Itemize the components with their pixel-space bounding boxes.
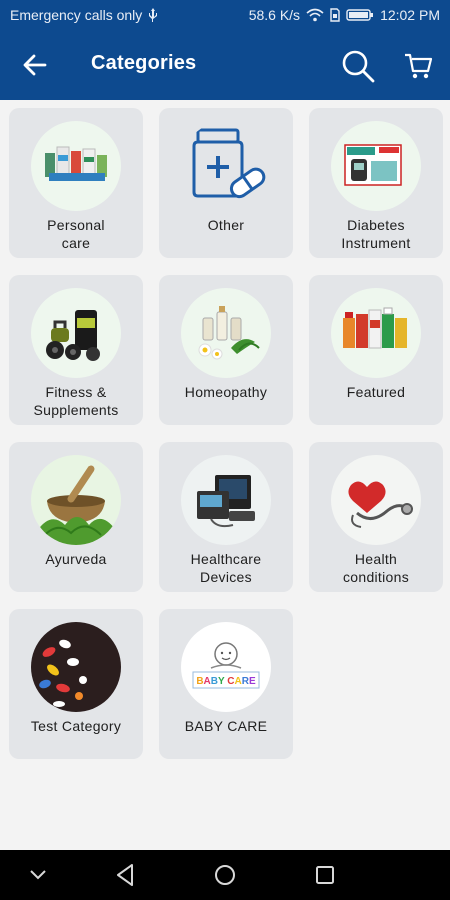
category-card-test-category[interactable]: Test Category [9, 609, 143, 759]
category-label: Featured [346, 384, 406, 400]
back-button[interactable] [18, 50, 52, 80]
category-label: Personal care [47, 217, 105, 251]
arrow-left-icon [23, 54, 47, 76]
network-status-text: Emergency calls only [10, 7, 143, 23]
system-nav-bar [0, 850, 450, 900]
circle-home-icon [215, 865, 235, 885]
category-label: Test Category [30, 718, 122, 734]
category-label: Healthcare Devices [190, 551, 262, 585]
triangle-back-icon [117, 864, 133, 886]
category-card-personal-care[interactable]: Personal care [9, 108, 143, 258]
search-button[interactable] [338, 46, 378, 86]
category-card-healthcare-devices[interactable]: Healthcare Devices [159, 442, 293, 592]
svg-text:BABY CARE: BABY CARE [196, 676, 256, 687]
status-bar: Emergency calls only 58.6 K/s 12:02 PM [0, 0, 450, 30]
category-card-ayurveda[interactable]: Ayurveda [9, 442, 143, 592]
status-right: 58.6 K/s 12:02 PM [249, 7, 440, 23]
category-label: Homeopathy [184, 384, 268, 400]
app-bar: Categories [0, 30, 450, 100]
medicine-bottle-icon [181, 121, 271, 211]
nav-home-button[interactable] [210, 860, 240, 890]
category-grid: Personal care Other Diabetes Instrument [9, 108, 443, 759]
heart-stethoscope-image [331, 455, 421, 545]
battery-icon [346, 8, 374, 22]
category-card-featured[interactable]: Featured [309, 275, 443, 425]
category-label: Fitness & Supplements [33, 384, 119, 418]
baby-care-logo: BABY CARE [181, 622, 271, 712]
status-left: Emergency calls only [10, 7, 158, 23]
category-card-homeopathy[interactable]: Homeopathy [159, 275, 293, 425]
mortar-herbs-image [31, 455, 121, 545]
wifi-icon [306, 8, 324, 22]
category-label: Ayurveda [45, 551, 107, 567]
usb-icon [148, 8, 158, 22]
network-speed: 58.6 K/s [248, 7, 301, 23]
hide-nav-button[interactable] [23, 860, 53, 890]
cart-button[interactable] [398, 46, 438, 86]
chevron-down-icon [30, 870, 46, 880]
category-label: Diabetes Instrument [341, 217, 411, 251]
pills-image [31, 622, 121, 712]
square-recents-icon [316, 866, 334, 884]
category-card-health-conditions[interactable]: Health conditions [309, 442, 443, 592]
category-label: Health conditions [342, 551, 410, 585]
category-card-diabetes-instrument[interactable]: Diabetes Instrument [309, 108, 443, 258]
medical-device-image [181, 455, 271, 545]
supplements-image [31, 288, 121, 378]
cart-icon [405, 53, 433, 79]
category-label: Other [207, 217, 245, 233]
nav-back-button[interactable] [110, 860, 140, 890]
status-time: 12:02 PM [380, 7, 440, 23]
sim-icon [330, 8, 340, 22]
page-title: Categories [91, 52, 197, 74]
nav-recents-button[interactable] [310, 860, 340, 890]
category-card-baby-care[interactable]: BABY CARE BABY CARE [159, 609, 293, 759]
personal-care-image [31, 121, 121, 211]
category-card-other[interactable]: Other [159, 108, 293, 258]
search-icon [342, 50, 375, 83]
featured-products-image [331, 288, 421, 378]
herbal-flowers-image [181, 288, 271, 378]
glucometer-image [331, 121, 421, 211]
category-card-fitness-supplements[interactable]: Fitness & Supplements [9, 275, 143, 425]
category-label: BABY CARE [184, 718, 268, 734]
